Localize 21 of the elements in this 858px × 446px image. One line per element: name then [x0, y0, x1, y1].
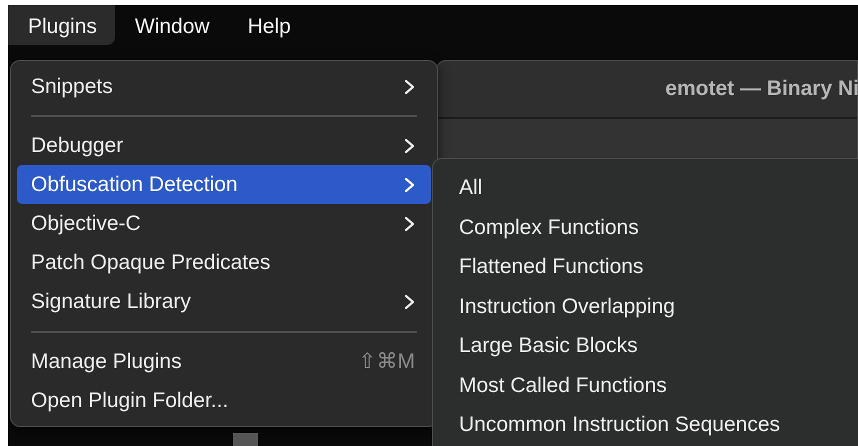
- menu-item[interactable]: Manage Plugins ⇧⌘M: [17, 342, 431, 381]
- menu-item[interactable]: Objective-C: [17, 204, 431, 244]
- menubar-item[interactable]: Plugins: [8, 5, 115, 45]
- submenu-item[interactable]: Instruction Overlapping: [439, 286, 858, 326]
- submenu-item[interactable]: All: [439, 168, 858, 208]
- menubar-item[interactable]: Window: [114, 5, 228, 45]
- submenu-item[interactable]: Most Called Functions: [439, 366, 858, 405]
- menu-item[interactable]: Patch Opaque Predicates: [17, 243, 431, 283]
- menubar-item[interactable]: Help: [228, 5, 309, 45]
- menu-item[interactable]: Open Plugin Folder...: [17, 380, 431, 420]
- menu-item[interactable]: Signature Library: [17, 282, 431, 322]
- window-title: emotet — Binary Ni: [665, 76, 858, 102]
- scrollbar-thumb[interactable]: [233, 433, 258, 446]
- menu-item[interactable]: Snippets: [17, 67, 431, 106]
- submenu-item[interactable]: Large Basic Blocks: [439, 326, 858, 366]
- menu-item[interactable]: Debugger: [17, 126, 431, 166]
- submenu-item[interactable]: Flattened Functions: [439, 247, 858, 286]
- menu-item[interactable]: Obfuscation Detection: [17, 165, 431, 204]
- submenu-item[interactable]: Complex Functions: [439, 208, 858, 247]
- submenu-item[interactable]: Uncommon Instruction Sequences: [439, 405, 858, 444]
- shortcut-label: ⇧⌘M: [358, 348, 415, 375]
